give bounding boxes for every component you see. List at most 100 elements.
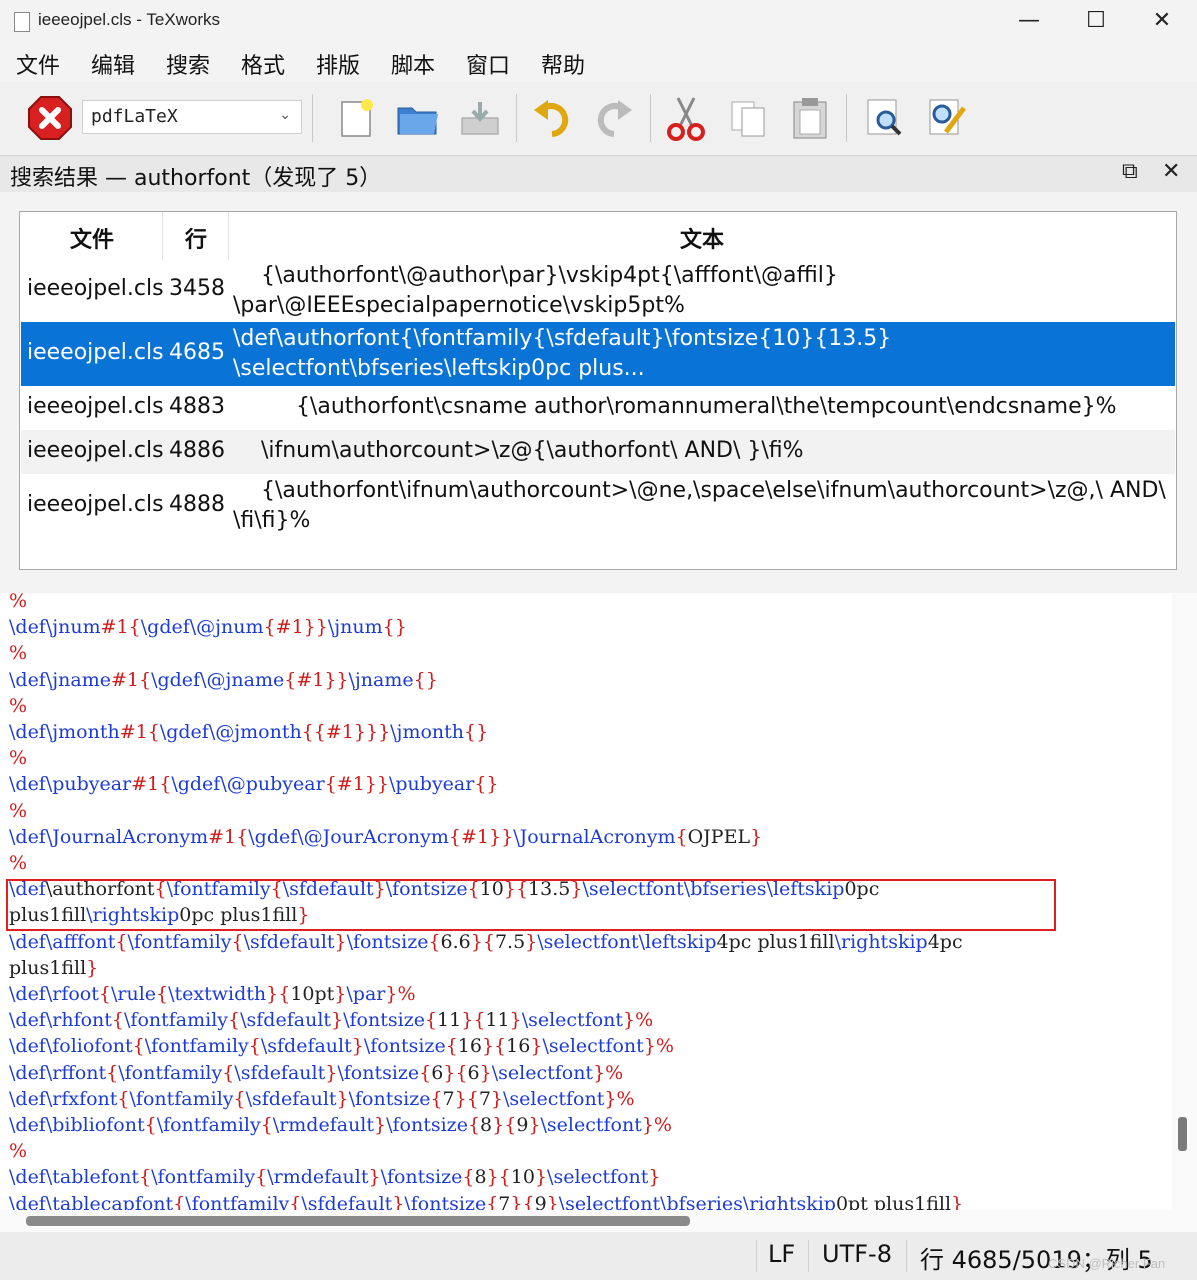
line-ending-indicator[interactable]: LF [768, 1240, 795, 1268]
code-token: \def [9, 983, 46, 1005]
code-token: { [173, 1192, 186, 1210]
new-doc-icon[interactable] [330, 92, 382, 144]
engine-select[interactable]: pdfLaTeX ⌄ [82, 100, 302, 134]
code-token: \selectfont [582, 878, 684, 901]
menu-typeset[interactable]: 排版 [316, 48, 360, 80]
code-token: { [270, 878, 283, 901]
cut-icon[interactable] [660, 92, 712, 144]
code-token: 7.5 [494, 930, 526, 953]
find-icon[interactable] [858, 92, 910, 144]
code-token: { [132, 1035, 145, 1058]
code-token: 6.6 [440, 930, 471, 953]
code-token: 4pc plus1fill [716, 930, 835, 953]
code-token: \leftskip [638, 930, 717, 953]
toolbar: pdfLaTeX ⌄ [0, 82, 1197, 154]
close-dock-icon[interactable]: ✕ [1162, 159, 1180, 184]
code-token: \rffont [45, 1061, 107, 1084]
code-token: }% [643, 1035, 674, 1058]
code-token: { [467, 1114, 481, 1136]
table-row[interactable]: ieeeojpel.cls 3458 {\authorfont\@author\… [21, 260, 1175, 322]
close-window-icon[interactable]: ✕ [1139, 6, 1185, 36]
code-token: } [331, 1009, 344, 1032]
code-token: } [351, 1035, 364, 1058]
code-token: 7 [442, 1087, 455, 1110]
code-token: \fontsize [343, 1009, 425, 1032]
code-token: \bibliofont [45, 1114, 145, 1136]
encoding-indicator[interactable]: UTF-8 [822, 1240, 892, 1268]
code-token: \selectfont [503, 1087, 605, 1110]
cell-text: \def\authorfont{\fontfamily{\sfdefault}\… [233, 326, 892, 381]
code-token: { [236, 825, 249, 848]
code-token: \jname [45, 668, 111, 691]
code-token: \selectfont [521, 1009, 624, 1032]
table-row[interactable]: ieeeojpel.cls 4883 {\authorfont\csname a… [21, 386, 1175, 430]
code-token: 4pc [927, 930, 963, 953]
code-token: { [228, 1009, 241, 1032]
menu-help[interactable]: 帮助 [541, 48, 585, 80]
copy-icon[interactable] [722, 92, 774, 144]
code-token: \selectfont [491, 1061, 594, 1084]
code-token: { [430, 1087, 443, 1110]
table-row[interactable]: ieeeojpel.cls 4886 \ifnum\authorcount>\z… [21, 430, 1175, 474]
title-bar: ieeeojpel.cls - TeXworks — ☐ ✕ [0, 0, 1197, 42]
menu-scripts[interactable]: 脚本 [391, 48, 435, 80]
code-token: \fontsize [346, 930, 429, 953]
search-results-dock-header: 搜索结果 — authorfont（发现了 5） ⧉ ✕ [0, 155, 1197, 192]
code-token: 9 [516, 1114, 529, 1136]
cell-text: {\authorfont\@author\par}\vskip4pt{\afff… [233, 263, 838, 318]
code-token: \selectfont [547, 1166, 649, 1189]
maximize-icon[interactable]: ☐ [1073, 6, 1119, 36]
vertical-scroll-thumb[interactable] [1178, 1117, 1187, 1151]
code-token: \rightskip [834, 930, 928, 953]
code-token: } [336, 1087, 349, 1110]
column-text[interactable]: 文本 [680, 222, 724, 254]
code-token: 7 [478, 1087, 491, 1110]
minimize-icon[interactable]: — [1006, 6, 1052, 36]
stop-typeset-icon[interactable] [24, 92, 76, 144]
column-line[interactable]: 行 [185, 222, 207, 254]
menu-search[interactable]: 搜索 [166, 48, 210, 80]
float-dock-icon[interactable]: ⧉ [1122, 159, 1138, 184]
code-token: \@jnum [189, 616, 264, 639]
code-token: { [675, 825, 688, 848]
table-row-selected[interactable]: ieeeojpel.cls 4685 \def\authorfont{\font… [21, 322, 1175, 386]
horizontal-scroll-thumb[interactable] [26, 1216, 690, 1226]
code-token: { [448, 825, 462, 848]
code-token: } [534, 1166, 548, 1189]
code-editor[interactable]: % \def\jnum#1{\gdef\@jnum{#1}}\jnum{}% \de… [0, 593, 1172, 1210]
code-token: % [9, 642, 28, 665]
code-token: }% [593, 1061, 624, 1084]
code-line: % [9, 642, 27, 664]
code-token: }} [489, 825, 514, 848]
code-token: \fontsize [386, 1114, 468, 1136]
replace-icon[interactable] [920, 92, 972, 144]
code-token: { [263, 616, 276, 639]
paste-icon[interactable] [784, 92, 836, 144]
code-line: % [9, 747, 27, 769]
redo-icon[interactable] [588, 92, 640, 144]
open-folder-icon[interactable] [392, 92, 444, 144]
code-token: \selectfont [558, 1192, 661, 1210]
code-token: \sfdefault [245, 1087, 337, 1110]
column-file[interactable]: 文件 [70, 222, 114, 254]
code-token: }} [324, 668, 349, 691]
code-token: \par [346, 983, 386, 1005]
code-token: \rhfont [45, 1009, 112, 1032]
undo-icon[interactable] [526, 92, 578, 144]
code-token: 10pt [290, 983, 335, 1005]
watermark: CSDN @Richer Fan [1048, 1256, 1166, 1271]
code-token: \fontsize [348, 1087, 431, 1110]
code-token: }} [364, 773, 389, 796]
code-line: % [9, 1140, 27, 1162]
code-token: 6 [431, 1061, 444, 1084]
menu-file[interactable]: 文件 [16, 48, 60, 80]
menu-edit[interactable]: 编辑 [91, 48, 135, 80]
code-token: { [144, 1114, 157, 1136]
code-line: % [9, 593, 27, 612]
menu-format[interactable]: 格式 [241, 48, 285, 80]
menu-window[interactable]: 窗口 [466, 48, 510, 80]
save-icon[interactable] [454, 92, 506, 144]
code-token: \afffont [45, 930, 116, 953]
code-token: } [490, 1087, 504, 1110]
table-row[interactable]: ieeeojpel.cls 4888 {\authorfont\ifnum\au… [21, 474, 1175, 538]
